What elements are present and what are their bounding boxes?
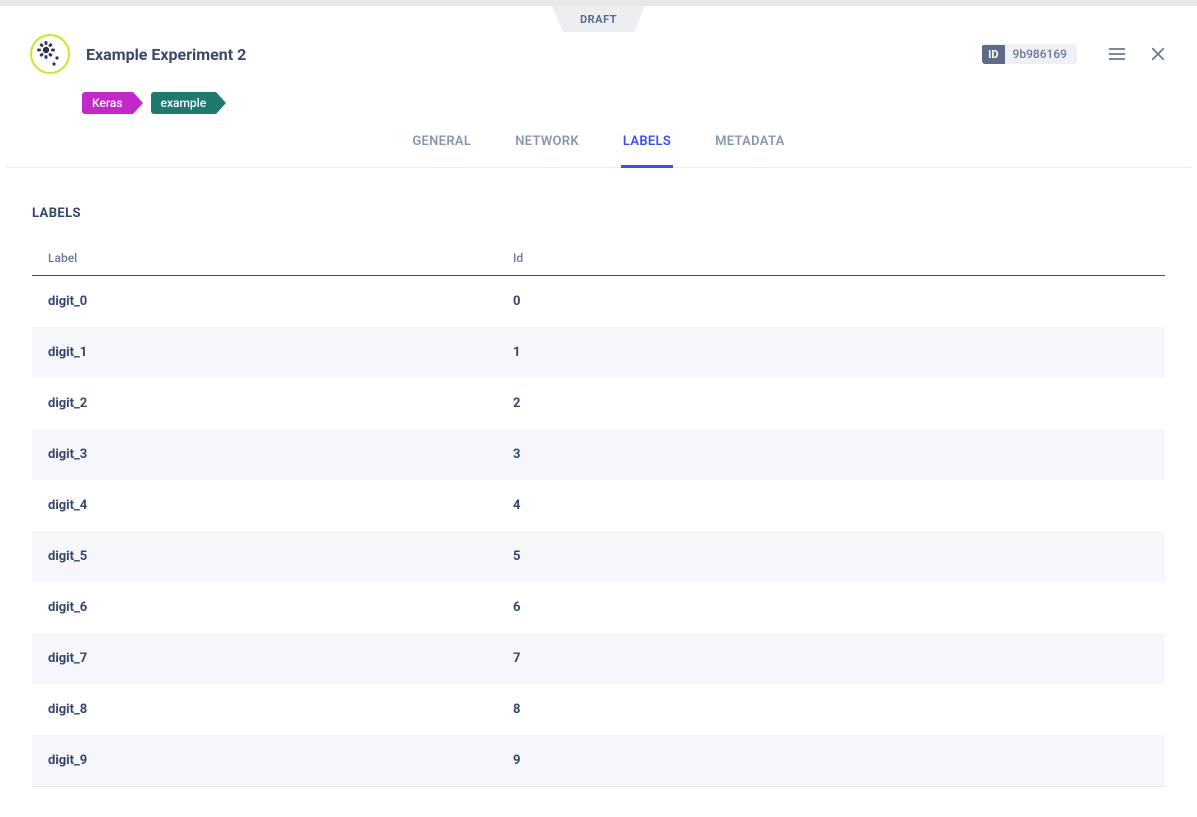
cell-label: digit_1 bbox=[32, 327, 497, 378]
cell-id: 2 bbox=[497, 378, 1165, 429]
menu-button[interactable] bbox=[1107, 44, 1127, 64]
table-row: digit_55 bbox=[32, 531, 1165, 582]
id-label: ID bbox=[982, 45, 1004, 64]
cell-id: 3 bbox=[497, 429, 1165, 480]
cell-id: 6 bbox=[497, 582, 1165, 633]
experiment-icon bbox=[30, 34, 70, 74]
cell-label: digit_4 bbox=[32, 480, 497, 531]
cell-label: digit_2 bbox=[32, 378, 497, 429]
table-row: digit_00 bbox=[32, 276, 1165, 328]
cell-id: 0 bbox=[497, 276, 1165, 328]
cell-label: digit_0 bbox=[32, 276, 497, 328]
cell-label: digit_6 bbox=[32, 582, 497, 633]
column-header-label[interactable]: Label bbox=[32, 241, 497, 276]
tabs: GENERAL NETWORK LABELS METADATA bbox=[6, 114, 1191, 168]
tag-example[interactable]: example bbox=[151, 92, 217, 114]
table-row: digit_77 bbox=[32, 633, 1165, 684]
tag-keras[interactable]: Keras bbox=[82, 92, 133, 114]
cell-id: 9 bbox=[497, 735, 1165, 787]
column-header-id[interactable]: Id bbox=[497, 241, 1165, 276]
cell-label: digit_3 bbox=[32, 429, 497, 480]
cell-id: 5 bbox=[497, 531, 1165, 582]
close-icon bbox=[1149, 45, 1167, 63]
cell-label: digit_5 bbox=[32, 531, 497, 582]
table-row: digit_88 bbox=[32, 684, 1165, 735]
tab-labels[interactable]: LABELS bbox=[621, 134, 673, 168]
cell-label: digit_8 bbox=[32, 684, 497, 735]
tags-row: Keras example bbox=[0, 74, 1197, 114]
labels-table: Label Id digit_00digit_11digit_22digit_3… bbox=[32, 241, 1165, 787]
table-row: digit_99 bbox=[32, 735, 1165, 787]
table-row: digit_22 bbox=[32, 378, 1165, 429]
tab-network[interactable]: NETWORK bbox=[513, 134, 581, 168]
cell-id: 4 bbox=[497, 480, 1165, 531]
cell-id: 7 bbox=[497, 633, 1165, 684]
table-row: digit_11 bbox=[32, 327, 1165, 378]
menu-icon bbox=[1107, 44, 1127, 64]
experiment-id-chip[interactable]: ID 9b986169 bbox=[982, 44, 1077, 64]
experiment-title: Example Experiment 2 bbox=[86, 45, 966, 64]
draft-badge: DRAFT bbox=[552, 6, 645, 32]
cell-label: digit_7 bbox=[32, 633, 497, 684]
tab-general[interactable]: GENERAL bbox=[410, 134, 473, 168]
id-value: 9b986169 bbox=[1005, 44, 1078, 64]
cell-id: 1 bbox=[497, 327, 1165, 378]
cell-label: digit_9 bbox=[32, 735, 497, 787]
table-row: digit_44 bbox=[32, 480, 1165, 531]
close-button[interactable] bbox=[1149, 45, 1167, 63]
section-title: LABELS bbox=[32, 206, 1165, 221]
table-row: digit_33 bbox=[32, 429, 1165, 480]
table-row: digit_66 bbox=[32, 582, 1165, 633]
tab-metadata[interactable]: METADATA bbox=[713, 134, 787, 168]
cell-id: 8 bbox=[497, 684, 1165, 735]
